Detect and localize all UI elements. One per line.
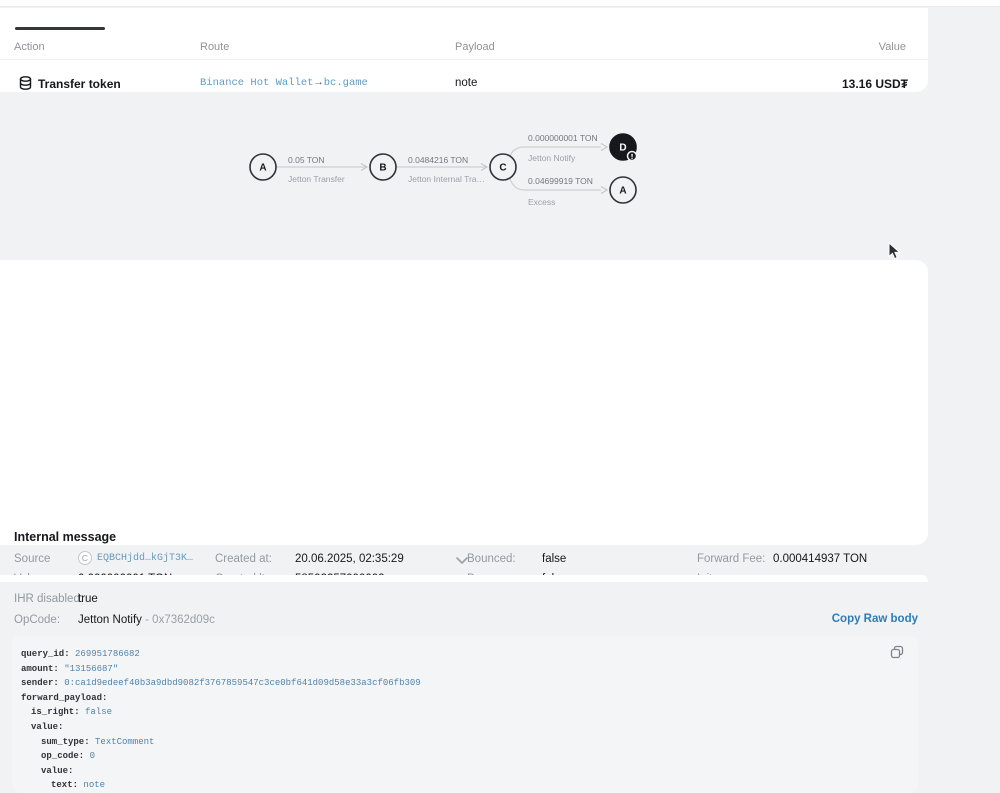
col-header-payload: Payload: [455, 41, 495, 53]
trace-node-a1[interactable]: A: [250, 154, 276, 180]
edge-amount: 0.05 TON: [288, 155, 325, 165]
col-header-route: Route: [200, 41, 229, 53]
svg-text:A: A: [619, 186, 626, 197]
edge-label: Jetton Notify: [528, 153, 576, 163]
trace-node-b[interactable]: B: [370, 154, 396, 180]
edge-label: Jetton Transfer: [288, 174, 345, 184]
source-address-link[interactable]: EQBCHjdd…kGjT3K…: [97, 553, 193, 564]
edge-label: Excess: [528, 197, 555, 207]
svg-text:C: C: [499, 163, 506, 174]
code-line: sum_type: TextComment: [21, 735, 908, 750]
svg-text:B: B: [379, 163, 386, 174]
code-line: value:: [21, 720, 908, 735]
bounced-value: false: [542, 553, 566, 565]
created-at-label: Created at:: [215, 553, 272, 565]
col-header-action: Action: [14, 41, 45, 53]
opcode-hex: 0x7362d09c: [152, 614, 215, 626]
trace-node-d[interactable]: D: [610, 134, 637, 161]
edge-amount: 0.0484216 TON: [408, 155, 468, 165]
active-tab-indicator: [15, 27, 105, 30]
node-info-badge-icon: [628, 152, 637, 161]
source-label: Source: [14, 553, 50, 565]
code-line: forward_payload:: [21, 691, 908, 706]
forward-fee-value: 0.000414937 TON: [773, 553, 867, 565]
code-line: sender: 0:ca1d9edeef40b3a9dbd9082f376785…: [21, 676, 908, 691]
code-line: query_id: 269951786682: [21, 647, 908, 662]
opcode-name: Jetton Notify: [78, 614, 142, 626]
payload-cell: note: [455, 77, 477, 89]
code-line: value:: [21, 764, 908, 779]
svg-text:A: A: [259, 163, 266, 174]
ihr-disabled-label: IHR disabled:: [14, 593, 83, 605]
edge-amount: 0.04699919 TON: [528, 176, 593, 186]
contract-badge: C: [78, 551, 92, 565]
route-cell: Binance Hot Wallet→bc.game: [200, 77, 368, 89]
page: Action Route Payload Value Transfer toke…: [0, 0, 1000, 582]
ihr-disabled-value: true: [78, 593, 98, 605]
panel-title: Internal message: [14, 530, 116, 544]
payload-code-block: query_id: 269951786682 amount: "13156687…: [12, 636, 918, 793]
svg-text:D: D: [619, 143, 626, 154]
actions-table-card: Action Route Payload Value Transfer toke…: [0, 8, 928, 92]
trace-graph: 0.05 TON Jetton Transfer 0.0484216 TON J…: [230, 110, 650, 230]
code-line: op_code: 0: [21, 749, 908, 764]
edge-label: Jetton Internal Tra…: [408, 174, 485, 184]
action-type-label: Transfer token: [38, 77, 121, 91]
opcode-label: OpCode:: [14, 614, 60, 626]
copy-raw-body-button[interactable]: Copy Raw body: [832, 613, 918, 625]
code-line: amount: "13156687": [21, 662, 908, 677]
mouse-cursor: [888, 242, 901, 265]
edge-amount: 0.000000001 TON: [528, 133, 598, 143]
expand-chevron-down-icon[interactable]: [448, 553, 476, 569]
forward-fee-label: Forward Fee:: [697, 553, 765, 565]
next-section-card: [0, 575, 928, 582]
route-to-link[interactable]: bc.game: [324, 77, 368, 89]
route-from-link[interactable]: Binance Hot Wallet: [200, 77, 313, 89]
trace-node-c[interactable]: C: [490, 154, 516, 180]
route-arrow: →: [313, 77, 323, 89]
opcode-sep: -: [145, 614, 149, 626]
code-line: text: note: [21, 778, 908, 793]
tabs-bottom-strip: [0, 0, 1000, 7]
internal-message-card: Internal message Source C EQBCHjdd…kGjT3…: [0, 260, 928, 545]
col-header-value: Value: [879, 41, 906, 53]
trace-node-a2[interactable]: A: [610, 177, 636, 203]
created-at-value: 20.06.2025, 02:35:29: [295, 553, 404, 565]
copy-code-icon[interactable]: [890, 645, 906, 661]
header-divider: [0, 59, 928, 60]
token-transfer-icon: [19, 76, 32, 95]
value-cell: 13.16 USD₮: [842, 77, 908, 91]
code-line: is_right: false: [21, 705, 908, 720]
opcode-value: Jetton Notify - 0x7362d09c: [78, 614, 215, 626]
